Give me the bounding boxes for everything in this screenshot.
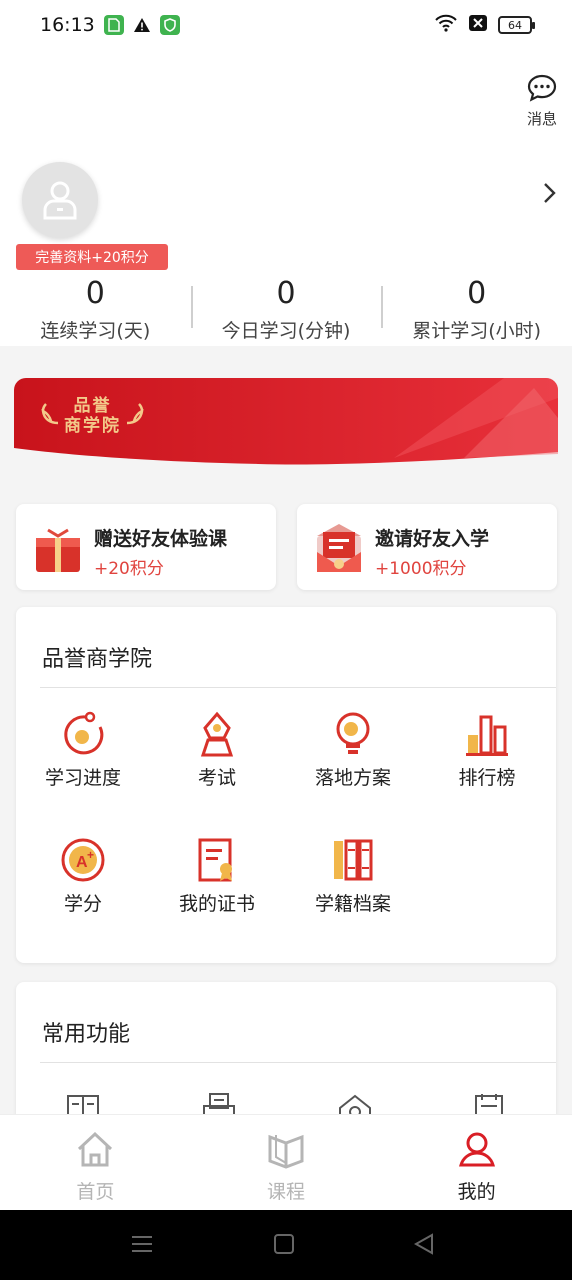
- study-stats: 0 连续学习(天) 0 今日学习(分钟) 0 累计学习(小时): [0, 276, 572, 346]
- tab-home[interactable]: 首页: [0, 1115, 191, 1210]
- status-system-icons: 64: [434, 14, 535, 36]
- grid-label: 考试: [197, 767, 236, 789]
- chevron-right-icon[interactable]: [542, 182, 556, 208]
- stat-label: 累计学习(小时): [412, 320, 542, 342]
- no-sim-icon: [468, 14, 488, 36]
- grid-item-student-archive[interactable]: 学籍档案: [286, 837, 420, 916]
- academy-section: 品誉商学院 学习进度 考试 落地方案 排行榜 A + 学分 我的证书 学籍档案: [16, 607, 556, 963]
- sim-card-icon: [104, 15, 124, 35]
- invite-points: +1000积分: [375, 559, 467, 579]
- lightbulb-icon: [330, 711, 376, 757]
- section-divider: [40, 1062, 556, 1063]
- status-bar: 16:13 64: [0, 0, 572, 52]
- avatar[interactable]: [22, 162, 98, 238]
- academy-banner[interactable]: 品誉 商学院: [14, 378, 558, 466]
- default-avatar-icon: [43, 181, 77, 220]
- warning-icon: [132, 15, 152, 35]
- stat-label: 今日学习(分钟): [221, 320, 351, 342]
- stat-value: 0: [85, 276, 105, 311]
- grid-label: 排行榜: [458, 767, 516, 789]
- invite-card-enroll[interactable]: 邀请好友入学 +1000积分: [297, 504, 557, 590]
- tab-courses[interactable]: 课程: [191, 1115, 382, 1210]
- exam-pen-icon: [194, 711, 240, 757]
- complete-profile-badge[interactable]: 完善资料+20积分: [16, 244, 168, 270]
- home-square-icon[interactable]: [272, 1232, 296, 1260]
- gift-icon: [34, 522, 82, 574]
- section-divider: [40, 687, 556, 688]
- tab-label: 我的: [457, 1181, 496, 1203]
- system-nav-bar: [0, 1210, 572, 1280]
- grid-item-ranking[interactable]: 排行榜: [420, 711, 554, 790]
- grid-label: 学习进度: [44, 767, 121, 789]
- laurel-left-icon: [40, 403, 60, 429]
- profile-header: 消息 完善资料+20积分 0 连续学习(天) 0 今日学习(分钟) 0 累计学习…: [0, 52, 572, 346]
- invite-points: +20积分: [94, 559, 164, 579]
- book-icon: [266, 1134, 306, 1173]
- archive-books-icon: [330, 837, 376, 883]
- section-title: 常用功能: [42, 1022, 131, 1047]
- stat-value: 0: [467, 276, 487, 311]
- progress-icon: [60, 711, 106, 757]
- grid-item-exam[interactable]: 考试: [150, 711, 284, 790]
- message-button[interactable]: 消息: [526, 74, 558, 129]
- grid-label: 学分: [63, 893, 102, 915]
- user-icon: [457, 1132, 497, 1173]
- laurel-right-icon: [125, 403, 145, 429]
- stat-value: 0: [276, 276, 296, 311]
- chat-bubble-icon: [527, 74, 557, 106]
- battery-icon: 64: [498, 16, 535, 34]
- banner-logo-line1: 品誉: [73, 396, 112, 416]
- home-icon: [75, 1131, 115, 1173]
- stat-total-hours[interactable]: 0 累计学习(小时): [381, 276, 572, 346]
- tab-label: 课程: [267, 1181, 306, 1203]
- menu-icon[interactable]: [130, 1232, 154, 1260]
- stat-divider: [190, 286, 193, 328]
- grid-label: 学籍档案: [314, 893, 391, 915]
- banner-logo: 品誉 商学院: [40, 396, 145, 436]
- bottom-tab-bar: 首页 课程 我的: [0, 1114, 572, 1210]
- invite-title: 邀请好友入学: [375, 528, 490, 550]
- invite-card-trial[interactable]: 赠送好友体验课 +20积分: [16, 504, 276, 590]
- certificate-icon: [194, 837, 240, 883]
- grid-item-landing-plan[interactable]: 落地方案: [286, 711, 420, 790]
- svg-text:+: +: [87, 848, 94, 862]
- message-label: 消息: [526, 110, 557, 128]
- grid-label: 我的证书: [178, 893, 255, 915]
- tab-mine[interactable]: 我的: [381, 1115, 572, 1210]
- grid-item-credits[interactable]: A + 学分: [16, 837, 150, 916]
- stat-label: 连续学习(天): [40, 320, 151, 342]
- banner-logo-line2: 商学院: [64, 416, 121, 436]
- section-title: 品誉商学院: [42, 647, 153, 672]
- wifi-icon: [434, 14, 458, 36]
- ranking-bars-icon: [464, 711, 510, 757]
- invite-title: 赠送好友体验课: [94, 528, 228, 550]
- status-time: 16:13: [40, 14, 95, 36]
- stat-divider: [381, 286, 384, 328]
- tab-label: 首页: [76, 1181, 115, 1203]
- envelope-icon: [315, 522, 363, 574]
- grid-item-study-progress[interactable]: 学习进度: [16, 711, 150, 790]
- stat-today-minutes[interactable]: 0 今日学习(分钟): [190, 276, 382, 346]
- back-triangle-icon[interactable]: [412, 1232, 436, 1260]
- shield-icon: [160, 15, 180, 35]
- status-notification-icons: [104, 15, 180, 35]
- grid-label: 落地方案: [314, 767, 391, 789]
- stat-consecutive-days[interactable]: 0 连续学习(天): [0, 276, 191, 346]
- grid-item-certificates[interactable]: 我的证书: [150, 837, 284, 916]
- credit-a-plus-icon: A +: [60, 837, 106, 883]
